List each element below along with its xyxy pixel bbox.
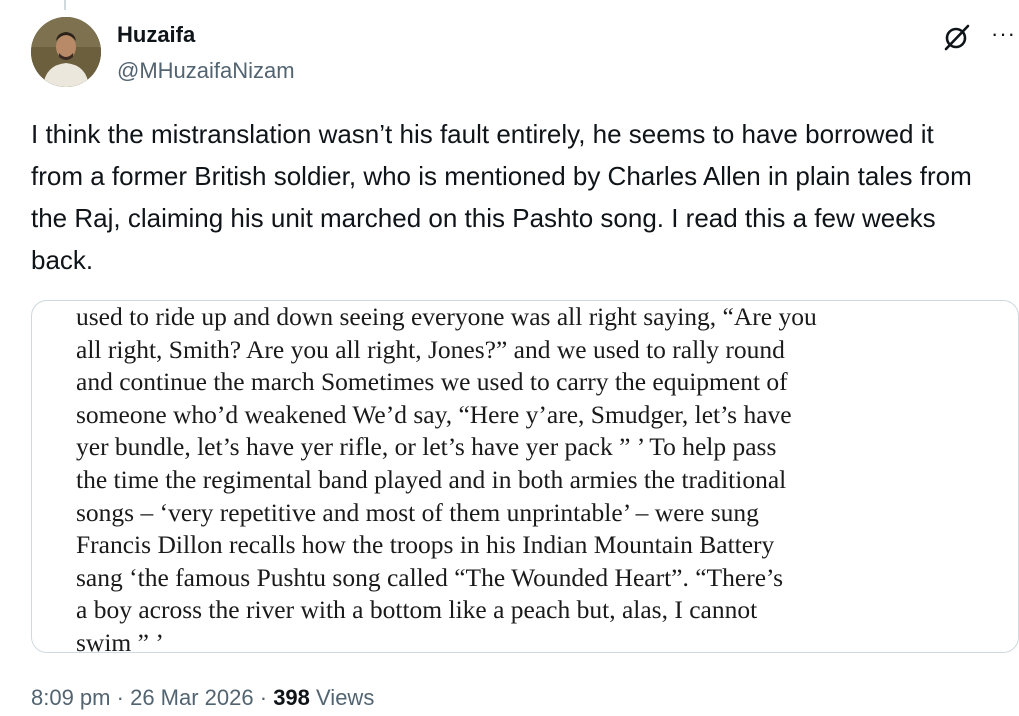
scan-line: songs – ‘very repetitive and most of the… xyxy=(76,497,759,527)
scan-line: all right, Smith? Are you all right, Jon… xyxy=(76,334,785,364)
author-name[interactable]: Huzaifa xyxy=(117,22,195,48)
post-date[interactable]: 26 Mar 2026 xyxy=(130,685,254,710)
scan-line: a boy across the river with a bottom lik… xyxy=(76,595,758,625)
scan-line: and continue the march Sometimes we used… xyxy=(76,367,788,397)
scan-line: sang ‘the famous Pushtu song called “The… xyxy=(76,562,784,592)
tweet-text: I think the mistranslation wasn’t his fa… xyxy=(31,119,972,275)
scanned-book-text: used to ride up and down seeing everyone… xyxy=(76,301,976,653)
post-time[interactable]: 8:09 pm xyxy=(31,685,111,710)
scan-line: the time the regimental band played and … xyxy=(76,464,787,494)
attached-image-scan[interactable]: used to ride up and down seeing everyone… xyxy=(31,300,1019,653)
thread-connector-line xyxy=(64,0,66,10)
scan-line: yer bundle, let’s have yer rifle, or let… xyxy=(76,432,777,462)
author-handle[interactable]: @MHuzaifaNizam xyxy=(117,58,295,84)
scan-line: swim ” ’ xyxy=(76,627,164,653)
scan-line: used to ride up and down seeing everyone… xyxy=(76,302,817,331)
tweet-meta: 8:09 pm · 26 Mar 2026 · 398 Views xyxy=(31,685,374,711)
meta-separator: · xyxy=(259,685,268,710)
grok-slash-icon[interactable] xyxy=(942,22,972,52)
scan-line: someone who’d weakened We’d say, “Here y… xyxy=(76,399,792,429)
more-dots-icon[interactable]: ··· xyxy=(991,23,1017,45)
avatar-image xyxy=(31,17,101,87)
views-count: 398 xyxy=(273,685,310,710)
meta-separator: · xyxy=(116,685,124,710)
avatar[interactable] xyxy=(31,17,101,87)
views-label: Views xyxy=(316,685,375,710)
scan-line: Francis Dillon recalls how the troops in… xyxy=(76,530,775,560)
